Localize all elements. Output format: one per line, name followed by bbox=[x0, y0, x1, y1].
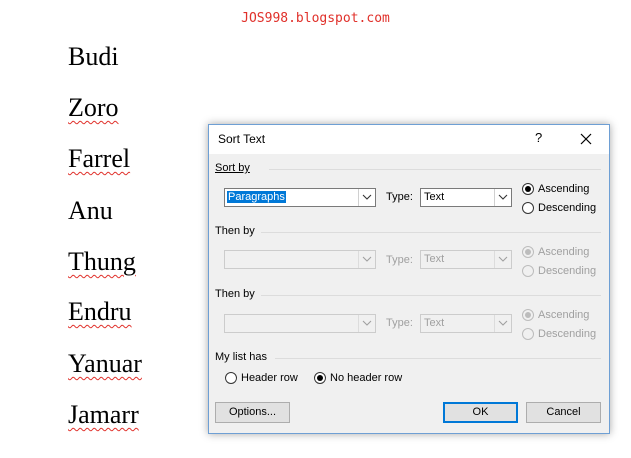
my-list-has-label: My list has bbox=[215, 351, 267, 363]
sort-text-dialog: Sort Text ? Sort by Paragraphs Type: Tex… bbox=[208, 124, 610, 434]
then-by-2-ascending-label[interactable]: Ascending bbox=[538, 309, 589, 321]
then-by-2-type-select[interactable]: Text bbox=[420, 314, 512, 333]
close-icon bbox=[580, 133, 592, 145]
sort-by-type-select[interactable]: Text bbox=[420, 188, 512, 207]
separator bbox=[261, 295, 601, 296]
document-line-7: Yanuar bbox=[68, 349, 142, 378]
document-line-8: Jamarr bbox=[68, 400, 139, 429]
then-by-2-type-label: Type: bbox=[386, 317, 413, 329]
sort-by-type-label: Type: bbox=[386, 191, 413, 203]
sort-by-field-value: Paragraphs bbox=[227, 191, 286, 203]
sort-by-field-select[interactable]: Paragraphs bbox=[224, 188, 376, 207]
sort-by-label: Sort by bbox=[215, 162, 250, 174]
header-row-label[interactable]: Header row bbox=[241, 372, 298, 384]
document-line-4: Anu bbox=[68, 196, 113, 225]
separator bbox=[275, 358, 601, 359]
cancel-button[interactable]: Cancel bbox=[526, 402, 601, 423]
chevron-down-icon bbox=[494, 189, 511, 206]
chevron-down-icon bbox=[494, 251, 511, 268]
separator bbox=[261, 232, 601, 233]
chevron-down-icon bbox=[358, 189, 375, 206]
document-line-3: Farrel bbox=[68, 144, 131, 173]
then-by-1-ascending-label[interactable]: Ascending bbox=[538, 246, 589, 258]
document-line-1: Budi bbox=[68, 42, 119, 71]
close-button[interactable] bbox=[575, 128, 597, 150]
sort-by-descending-label[interactable]: Descending bbox=[538, 202, 596, 214]
dialog-titlebar[interactable]: Sort Text ? bbox=[209, 125, 609, 154]
sort-by-type-value: Text bbox=[424, 191, 445, 203]
then-by-2-field-select[interactable] bbox=[224, 314, 376, 333]
then-by-1-descending-radio[interactable] bbox=[522, 265, 534, 277]
then-by-2-ascending-radio[interactable] bbox=[522, 309, 534, 321]
header-row-radio[interactable] bbox=[225, 372, 237, 384]
sort-by-ascending-label[interactable]: Ascending bbox=[538, 183, 589, 195]
options-button[interactable]: Options... bbox=[215, 402, 290, 423]
then-by-2-descending-radio[interactable] bbox=[522, 328, 534, 340]
sort-by-ascending-radio[interactable] bbox=[522, 183, 534, 195]
sort-by-descending-radio[interactable] bbox=[522, 202, 534, 214]
blog-watermark: JOS998.blogspot.com bbox=[241, 11, 390, 26]
separator bbox=[269, 169, 601, 170]
chevron-down-icon bbox=[358, 251, 375, 268]
document-line-6: Endru bbox=[68, 297, 132, 326]
then-by-1-ascending-radio[interactable] bbox=[522, 246, 534, 258]
then-by-1-label: Then by bbox=[215, 225, 255, 237]
document-line-5: Thung bbox=[68, 247, 136, 276]
then-by-2-type-value: Text bbox=[424, 317, 445, 329]
dialog-title: Sort Text bbox=[218, 132, 266, 146]
then-by-2-label: Then by bbox=[215, 288, 255, 300]
document-line-2: Zoro bbox=[68, 93, 119, 122]
then-by-1-type-label: Type: bbox=[386, 254, 413, 266]
then-by-1-descending-label[interactable]: Descending bbox=[538, 265, 596, 277]
help-button[interactable]: ? bbox=[535, 130, 542, 145]
chevron-down-icon bbox=[358, 315, 375, 332]
then-by-1-field-select[interactable] bbox=[224, 250, 376, 269]
then-by-1-type-value: Text bbox=[424, 253, 445, 265]
no-header-row-label[interactable]: No header row bbox=[330, 372, 402, 384]
then-by-1-type-select[interactable]: Text bbox=[420, 250, 512, 269]
ok-button[interactable]: OK bbox=[443, 402, 518, 423]
chevron-down-icon bbox=[494, 315, 511, 332]
then-by-2-descending-label[interactable]: Descending bbox=[538, 328, 596, 340]
no-header-row-radio[interactable] bbox=[314, 372, 326, 384]
